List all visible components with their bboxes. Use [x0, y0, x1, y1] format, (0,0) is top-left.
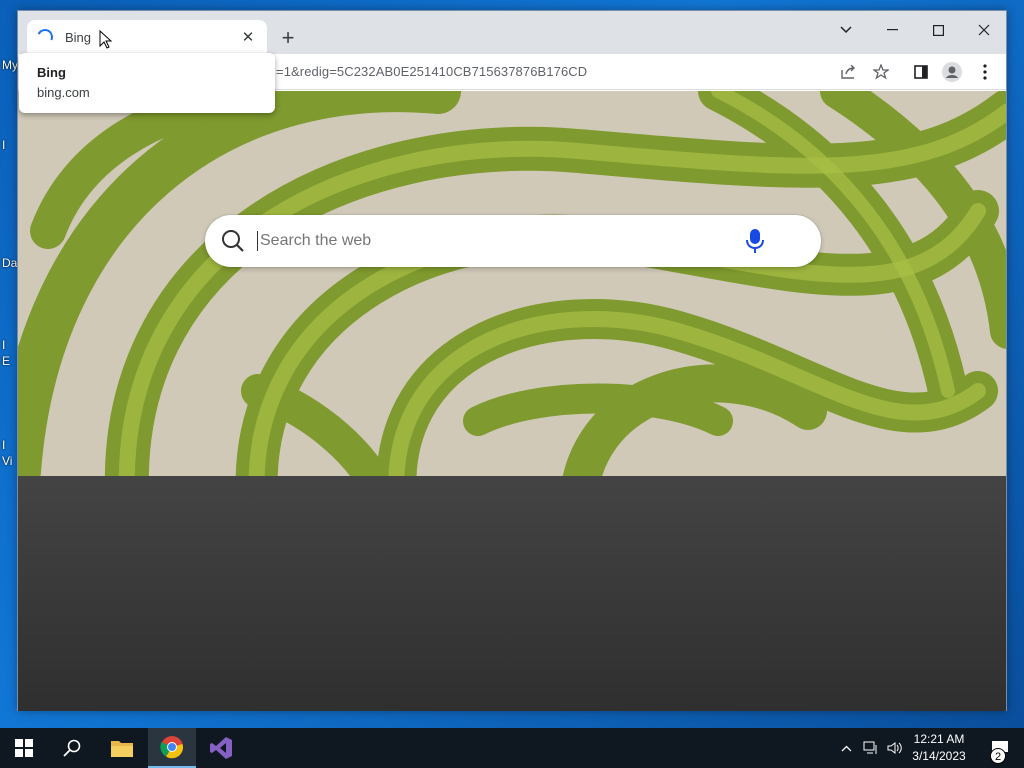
- new-tab-button[interactable]: +: [276, 25, 300, 50]
- visual-studio-icon: [210, 737, 232, 759]
- notification-count-badge: 2: [990, 748, 1006, 764]
- windows-logo-icon: [15, 739, 33, 757]
- network-icon: [863, 741, 877, 754]
- bookmark-star-icon[interactable]: [869, 60, 893, 84]
- taskbar-search-button[interactable]: [48, 728, 96, 768]
- tab-title: Bing: [65, 29, 92, 45]
- clock-date: 3/14/2023: [912, 749, 966, 763]
- desktop-icon-label-1[interactable]: My: [2, 58, 18, 72]
- close-window-button[interactable]: [961, 15, 1007, 45]
- search-input[interactable]: [257, 231, 735, 251]
- more-menu-icon[interactable]: [973, 60, 997, 84]
- file-explorer-button[interactable]: [98, 728, 146, 768]
- tab-close-icon[interactable]: ✕: [239, 28, 257, 46]
- desktop-icon-label-7[interactable]: Vi: [2, 454, 12, 468]
- side-panel-icon[interactable]: [909, 60, 933, 84]
- desktop-icon-label-2[interactable]: I: [2, 138, 5, 152]
- minimize-button[interactable]: [869, 15, 915, 45]
- start-button[interactable]: [0, 728, 48, 768]
- close-icon: [978, 24, 990, 36]
- bing-page: [18, 91, 1006, 711]
- tab-bing[interactable]: Bing ✕: [27, 20, 267, 54]
- address-bar[interactable]: =1&redig=5C232AB0E251410CB715637876B176C…: [276, 64, 587, 79]
- desktop-icon-label-6[interactable]: I: [2, 438, 5, 452]
- chrome-taskbar-button[interactable]: [148, 728, 196, 768]
- chrome-icon: [160, 736, 184, 759]
- minimize-icon: [886, 29, 898, 31]
- taskbar: 12:21 AM 3/14/2023 2: [0, 728, 1024, 768]
- desktop-icon-label-5[interactable]: E: [2, 354, 10, 368]
- tab-hovercard: Bing bing.com: [19, 53, 275, 113]
- folder-icon: [111, 741, 133, 757]
- system-clock[interactable]: 12:21 AM 3/14/2023: [900, 731, 978, 765]
- search-icon: [222, 230, 244, 252]
- maze-background-image: [18, 91, 1006, 476]
- chevron-down-icon: [840, 26, 852, 34]
- visual-studio-button[interactable]: [197, 728, 245, 768]
- clock-time: 12:21 AM: [913, 732, 965, 746]
- maximize-icon: [932, 24, 944, 36]
- network-status-button[interactable]: [860, 728, 882, 768]
- hovercard-url: bing.com: [37, 85, 90, 100]
- tab-search-button[interactable]: [823, 15, 869, 45]
- maximize-button[interactable]: [915, 15, 961, 45]
- tab-strip: Bing ✕ +: [18, 11, 1006, 54]
- show-hidden-icons-button[interactable]: [836, 728, 856, 768]
- search-box[interactable]: [205, 215, 821, 267]
- chevron-up-icon: [841, 745, 851, 751]
- loading-spinner-icon: [34, 26, 56, 48]
- desktop-icon-label-3[interactable]: Da: [2, 256, 17, 270]
- browser-window: Bing ✕ + =1&redig=5C232AB0E251410CB71563…: [17, 10, 1007, 711]
- desktop-icon-label-4[interactable]: I: [2, 338, 5, 352]
- search-icon: [63, 739, 81, 757]
- hovercard-title: Bing: [37, 65, 66, 80]
- profile-avatar-icon[interactable]: [940, 60, 964, 84]
- mouse-cursor-icon: [99, 30, 113, 49]
- share-icon[interactable]: [837, 60, 861, 84]
- microphone-icon[interactable]: [735, 221, 775, 261]
